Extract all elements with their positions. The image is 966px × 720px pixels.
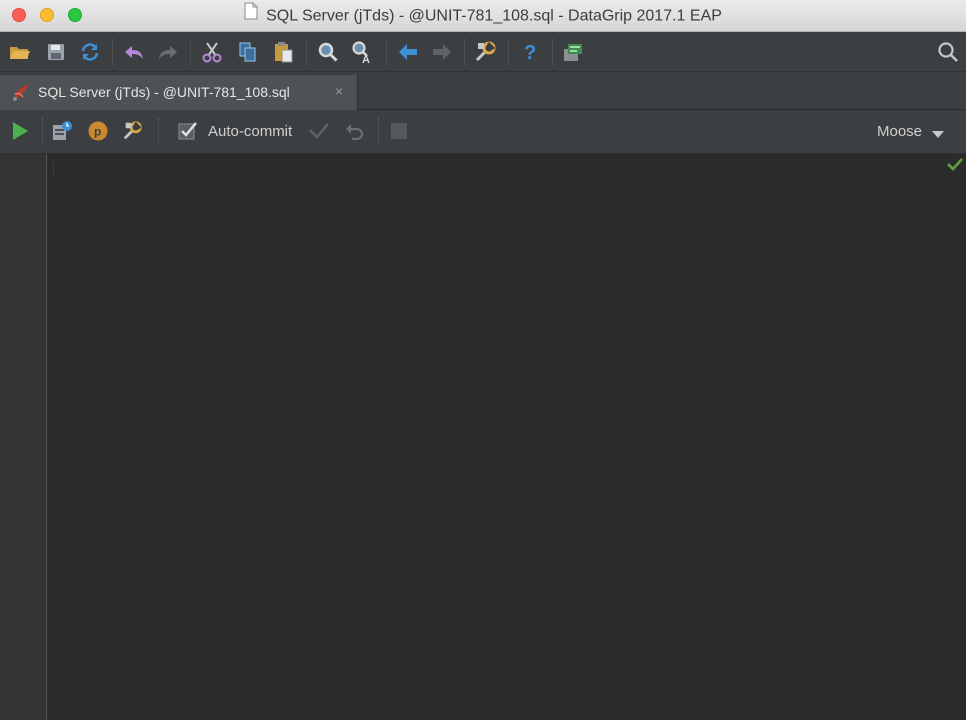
toolbar-separator [508, 39, 509, 65]
open-folder-icon[interactable] [8, 40, 32, 64]
sql-server-icon [10, 82, 32, 107]
analysis-ok-icon [946, 156, 964, 177]
undo-icon[interactable] [122, 40, 146, 64]
close-icon[interactable]: × [335, 83, 343, 99]
toolbar-separator [552, 39, 553, 65]
editor-gutter [0, 154, 47, 720]
rollback-icon[interactable] [344, 120, 366, 142]
help-icon[interactable]: ? [518, 40, 542, 64]
window-title: SQL Server (jTds) - @UNIT-781_108.sql - … [266, 7, 722, 25]
editor-toolbar: p Auto-commit Moose [0, 110, 966, 154]
toolbar-separator [464, 39, 465, 65]
commit-icon[interactable] [308, 120, 330, 142]
auto-commit-label[interactable]: Auto-commit [208, 123, 292, 140]
document-icon [244, 0, 258, 31]
svg-text:?: ? [524, 42, 536, 63]
editor-tab-bar: SQL Server (jTds) - @UNIT-781_108.sql × [0, 72, 966, 110]
database-console-icon[interactable] [562, 40, 586, 64]
redo-icon[interactable] [156, 40, 180, 64]
save-icon[interactable] [44, 40, 68, 64]
paste-icon[interactable] [272, 40, 296, 64]
sync-icon[interactable] [78, 40, 102, 64]
main-toolbar: A ? [0, 32, 966, 72]
toolbar-separator [378, 118, 379, 146]
svg-text:A: A [362, 54, 370, 64]
back-icon[interactable] [396, 40, 420, 64]
toolbar-separator [386, 39, 387, 65]
toolbar-separator [112, 39, 113, 65]
cut-icon[interactable] [200, 40, 224, 64]
data-source-settings-icon[interactable] [122, 120, 144, 142]
settings-icon[interactable] [474, 40, 498, 64]
svg-text:p: p [94, 125, 101, 139]
copy-icon[interactable] [236, 40, 260, 64]
window-title-bar: SQL Server (jTds) - @UNIT-781_108.sql - … [0, 0, 966, 32]
tab-label: SQL Server (jTds) - @UNIT-781_108.sql [38, 84, 290, 100]
run-icon[interactable] [9, 120, 31, 142]
stop-icon[interactable] [388, 120, 410, 142]
schema-selector[interactable]: Moose [877, 123, 922, 140]
toolbar-separator [42, 118, 43, 146]
toolbar-separator [190, 39, 191, 65]
find-icon[interactable] [316, 40, 340, 64]
explain-plan-icon[interactable] [51, 120, 73, 142]
search-everywhere-icon[interactable] [936, 40, 960, 64]
text-caret [53, 162, 54, 176]
tab-sql-file[interactable]: SQL Server (jTds) - @UNIT-781_108.sql × [0, 75, 358, 110]
toolbar-separator [306, 39, 307, 65]
replace-icon[interactable]: A [350, 40, 374, 64]
auto-commit-checkbox[interactable] [177, 120, 199, 142]
parameters-icon[interactable]: p [87, 120, 109, 142]
sql-editor[interactable] [48, 154, 966, 720]
chevron-down-icon[interactable] [932, 126, 944, 144]
toolbar-separator [158, 118, 159, 146]
window-title-area: SQL Server (jTds) - @UNIT-781_108.sql - … [0, 0, 966, 31]
forward-icon[interactable] [430, 40, 454, 64]
